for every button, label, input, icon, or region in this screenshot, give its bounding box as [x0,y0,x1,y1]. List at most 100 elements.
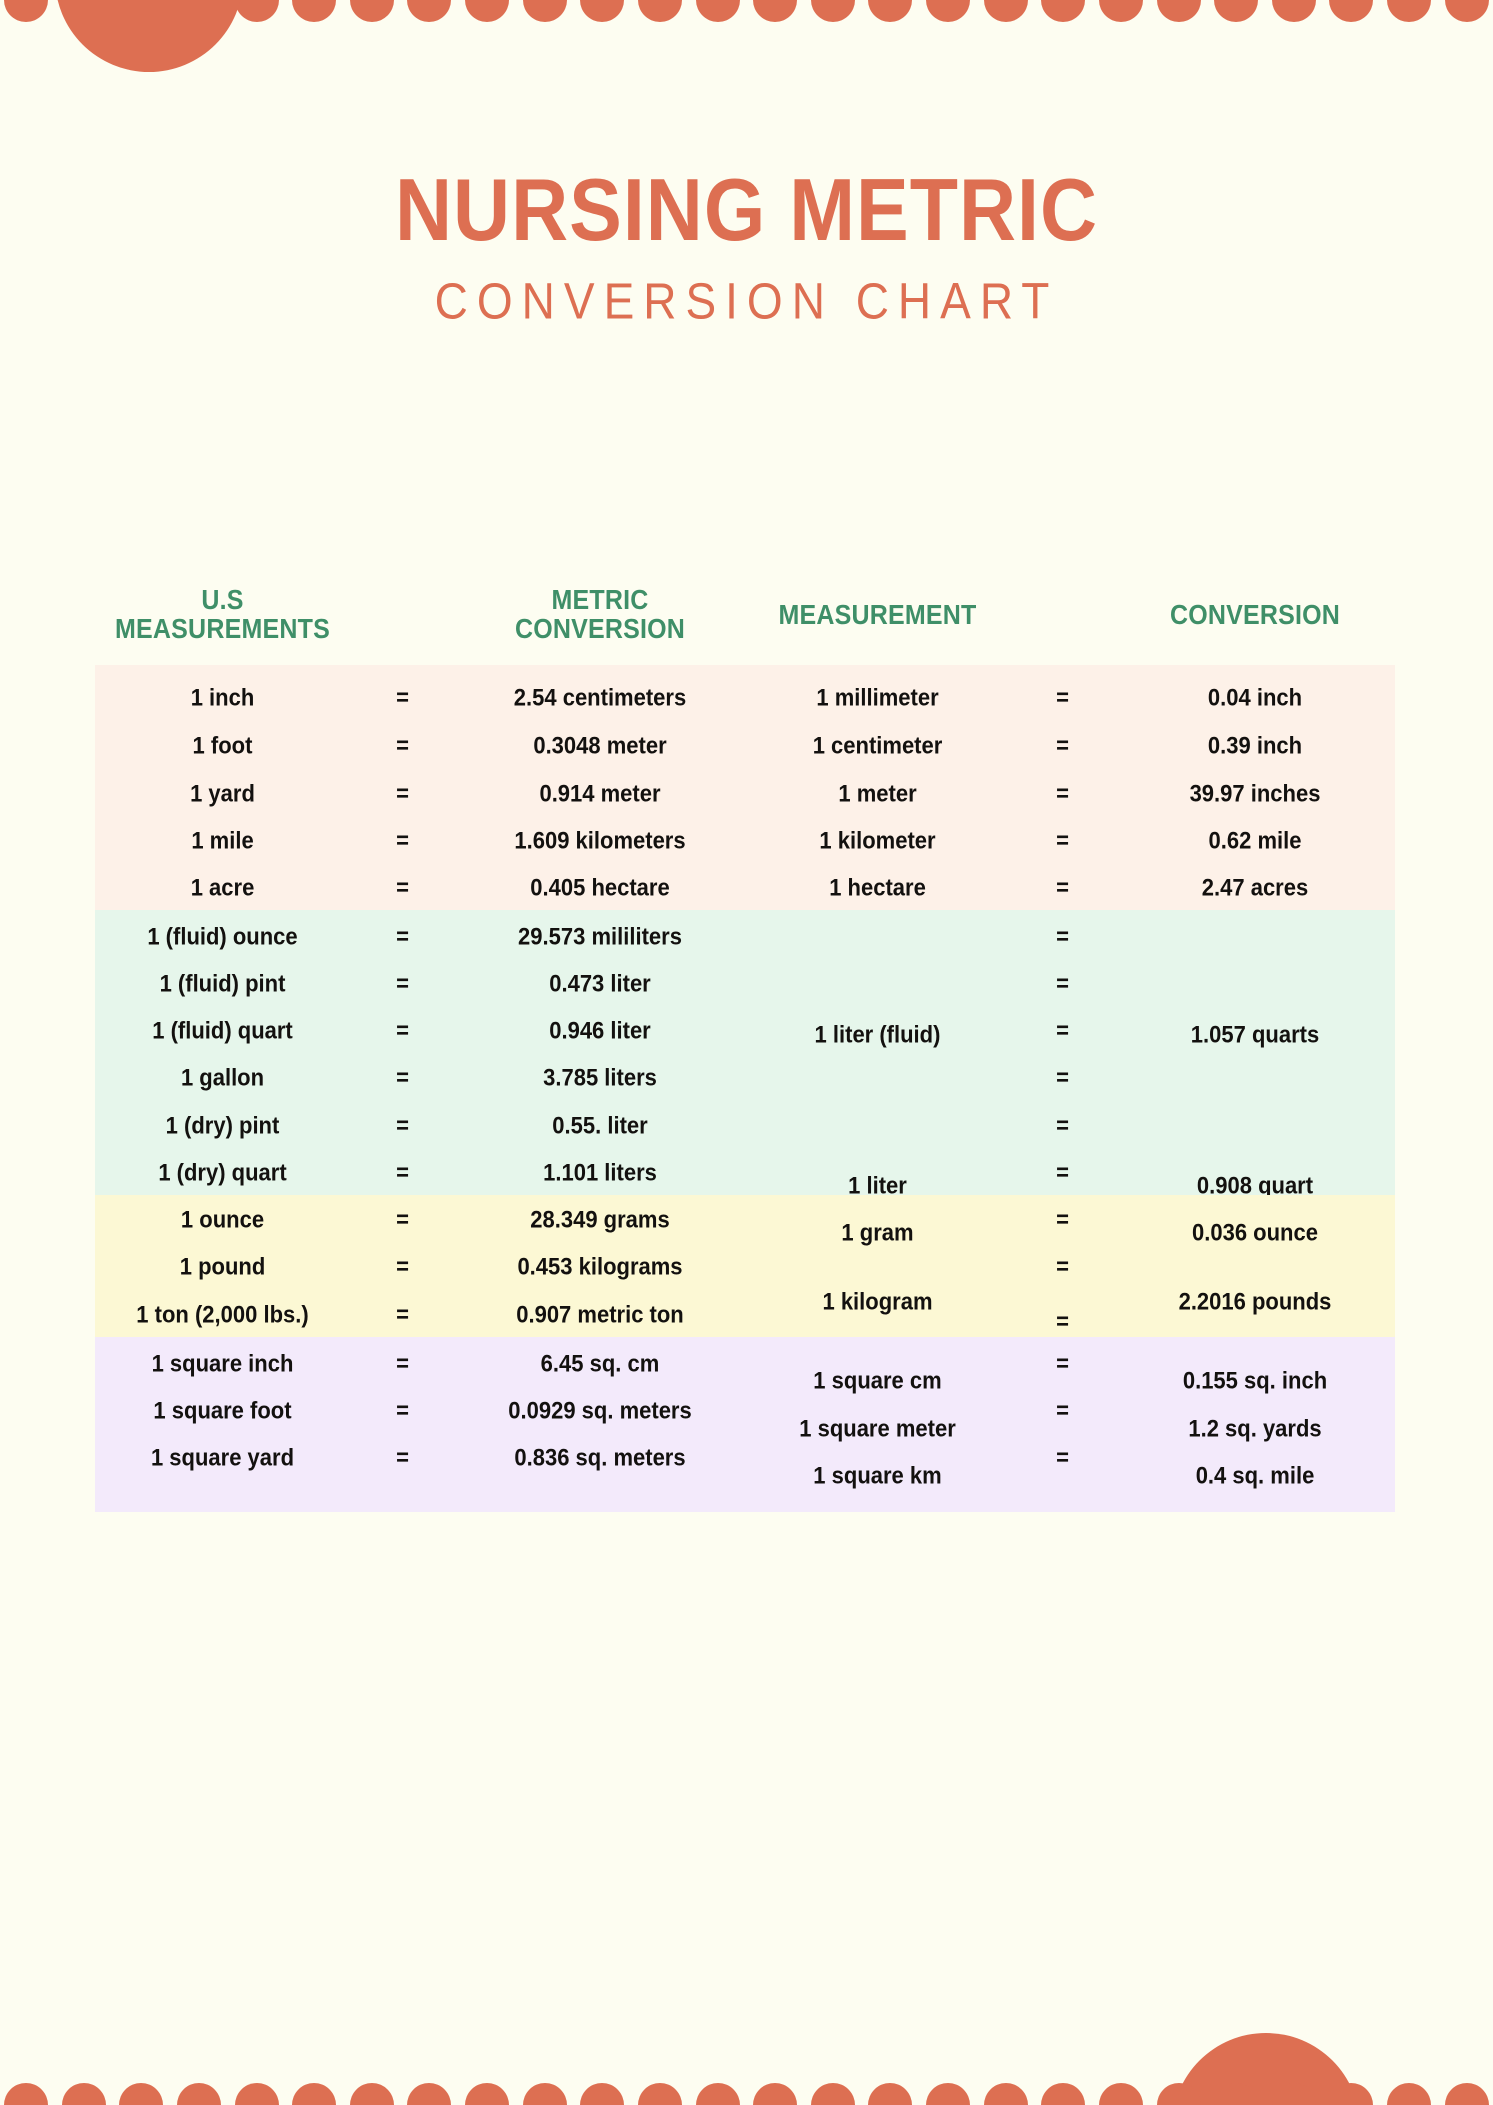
scallop-dot [1444,2083,1489,2105]
table-cell-metric: 0.453 kilograms [517,1252,683,1280]
section-weight-left: 1 ounce = 28.349 grams 1 pound = 0.453 k… [95,1195,745,1337]
scallop-dot [1156,2083,1201,2105]
table-cell-conversion: 39.97 inches [1189,779,1321,807]
header-conversion-label: CONVERSION [1169,598,1341,631]
bottom-scallop-border [0,2083,1493,2105]
scallop-dot [1387,0,1431,22]
header-us-measurements-line2: MEASUREMENTS [115,613,330,645]
scallop-dot [119,2083,164,2105]
equals-sign: = [396,1300,409,1328]
table-cell-metric: 0.55. liter [552,1111,648,1139]
table-cell-metric: 0.0929 sq. meters [508,1396,692,1424]
section-area-left: 1 square inch = 6.45 sq. cm 1 square foo… [95,1337,745,1512]
scallop-dot [868,0,913,22]
scallop-dot [522,0,567,22]
table-cell-us: 1 (fluid) pint [159,969,286,997]
scallop-dot [695,2083,740,2105]
equals-sign: = [1056,731,1069,759]
scallop-dot [1329,2083,1374,2105]
table-cell-measurement: 1 gram [841,1218,914,1246]
scallop-dot [753,0,798,22]
scallop-dot [407,0,452,22]
equals-sign: = [1056,1307,1069,1335]
equals-sign: = [396,826,409,854]
scallop-dot [580,0,625,22]
table-cell-us: 1 (fluid) quart [152,1016,293,1044]
table-cell-metric: 0.836 sq. meters [514,1443,686,1471]
table-cell-metric: 3.785 liters [543,1063,657,1091]
equals-sign: = [396,1252,409,1280]
table-cell-metric: 2.54 centimeters [513,683,687,711]
table-cell-metric: 0.3048 meter [533,731,667,759]
scallop-dot [4,2083,48,2105]
table-cell-conversion: 1.2 sq. yards [1188,1414,1322,1442]
header-conversion: CONVERSION [1115,598,1395,631]
scallop-dot [1387,2083,1431,2105]
table-cell-us: 1 mile [191,826,254,854]
section-length-left: 1 inch = 2.54 centimeters 1 foot = 0.304… [95,665,745,910]
table-cell-measurement: 1 hectare [829,873,926,901]
scallop-dot [637,2083,682,2105]
table-cell-conversion: 0.62 mile [1208,826,1302,854]
table-cell-metric: 0.914 meter [539,779,661,807]
table-cell-measurement: 1 kilogram [822,1287,933,1315]
table-cell-measurement: 1 liter (fluid) [814,1020,941,1048]
table-cell-conversion: 0.04 inch [1207,683,1303,711]
table-cell-us: 1 foot [192,731,253,759]
equals-sign: = [396,873,409,901]
table-cell-measurement: 1 meter [838,779,917,807]
equals-sign: = [396,1111,409,1139]
table-cell-conversion: 0.39 inch [1207,731,1303,759]
scallop-dot [810,2083,855,2105]
equals-sign: = [1056,1349,1069,1377]
scallop-dot [1329,0,1374,22]
equals-sign: = [396,779,409,807]
section-weight-right: = = = 1 gram 0.036 ounce 1 kilogram 2.20… [745,1195,1395,1337]
equals-sign: = [396,1063,409,1091]
scallop-dot [4,0,48,22]
equals-sign: = [1056,1205,1069,1233]
table-cell-measurement: 1 square cm [813,1366,942,1394]
table-cell-metric: 0.946 liter [549,1016,651,1044]
equals-sign: = [396,683,409,711]
table-cell-measurement: 1 square km [813,1461,942,1489]
scallop-dot [868,2083,913,2105]
header-measurement: MEASUREMENT [745,599,1010,630]
table-cell-metric: 1.609 kilometers [514,826,686,854]
table-cell-conversion: 0.4 sq. mile [1195,1461,1315,1489]
section-weight: 1 ounce = 28.349 grams 1 pound = 0.453 k… [95,1195,1395,1337]
scallop-dot [176,2083,221,2105]
table-cell-us: 1 square inch [151,1349,294,1377]
equals-sign: = [1056,779,1069,807]
scallop-dot [1156,0,1201,22]
table-cell-us: 1 pound [179,1252,266,1280]
table-cell-us: 1 square yard [150,1443,295,1471]
table-cell-conversion: 2.2016 pounds [1178,1287,1332,1315]
equals-sign: = [1056,1063,1069,1091]
scallop-dot [1098,0,1143,22]
table-cell-us: 1 yard [190,779,255,807]
scallop-dot [983,2083,1028,2105]
scallop-dot [810,0,855,22]
equals-sign: = [1056,1111,1069,1139]
table-cell-us: 1 gallon [180,1063,265,1091]
scallop-dot [1444,0,1489,22]
equals-sign: = [1056,1252,1069,1280]
scallop-dot [234,2083,279,2105]
table-cell-conversion: 1.057 quarts [1190,1020,1320,1048]
table-cell-us: 1 ounce [180,1205,265,1233]
table-cell-metric: 28.349 grams [530,1205,670,1233]
equals-sign: = [396,1205,409,1233]
header-metric-conversion: METRIC CONVERSION [455,585,745,645]
scallop-dot [522,2083,567,2105]
table-cell-us: 1 ton (2,000 lbs.) [136,1300,309,1328]
table-body: 1 inch = 2.54 centimeters 1 foot = 0.304… [95,665,1395,1512]
scallop-dot [349,2083,394,2105]
equals-sign: = [1056,1396,1069,1424]
equals-sign: = [396,1158,409,1186]
equals-sign: = [1056,873,1069,901]
scallop-dot [695,0,740,22]
table-cell-metric: 0.907 metric ton [516,1300,684,1328]
scallop-dot [61,2083,106,2105]
scallop-dot [234,0,279,22]
